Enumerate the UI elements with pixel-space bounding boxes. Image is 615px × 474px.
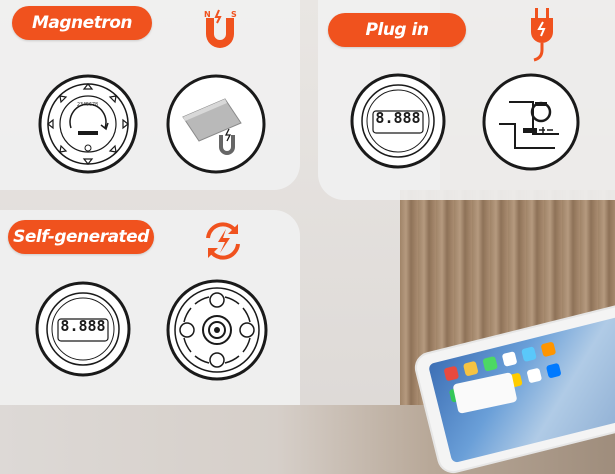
plug-icon bbox=[531, 8, 553, 62]
magnetron-panel: Magnetron N S 2345678 bbox=[0, 0, 300, 190]
magnetron-dial: 2345678 bbox=[38, 74, 138, 174]
self-generated-panel: Self-generated 8.888 bbox=[0, 210, 300, 405]
magnetron-label: Magnetron bbox=[12, 6, 152, 40]
self-generated-label: Self-generated bbox=[8, 220, 154, 254]
svg-text:2345678: 2345678 bbox=[77, 102, 98, 108]
plugin-panel: Plug in 8.888 bbox=[318, 0, 615, 200]
plugin-sensor-dial bbox=[482, 73, 580, 171]
generator-wheel-dial bbox=[166, 279, 268, 381]
plugin-label: Plug in bbox=[328, 13, 466, 47]
self-generated-lcd-display: 8.888 bbox=[60, 317, 106, 335]
magnet-sensor-dial bbox=[166, 74, 266, 174]
recycle-energy-icon bbox=[206, 222, 240, 260]
svg-text:S: S bbox=[231, 10, 237, 19]
plugin-lcd-display: 8.888 bbox=[375, 109, 421, 127]
magnet-icon: N S bbox=[204, 9, 237, 48]
svg-text:N: N bbox=[204, 10, 211, 19]
